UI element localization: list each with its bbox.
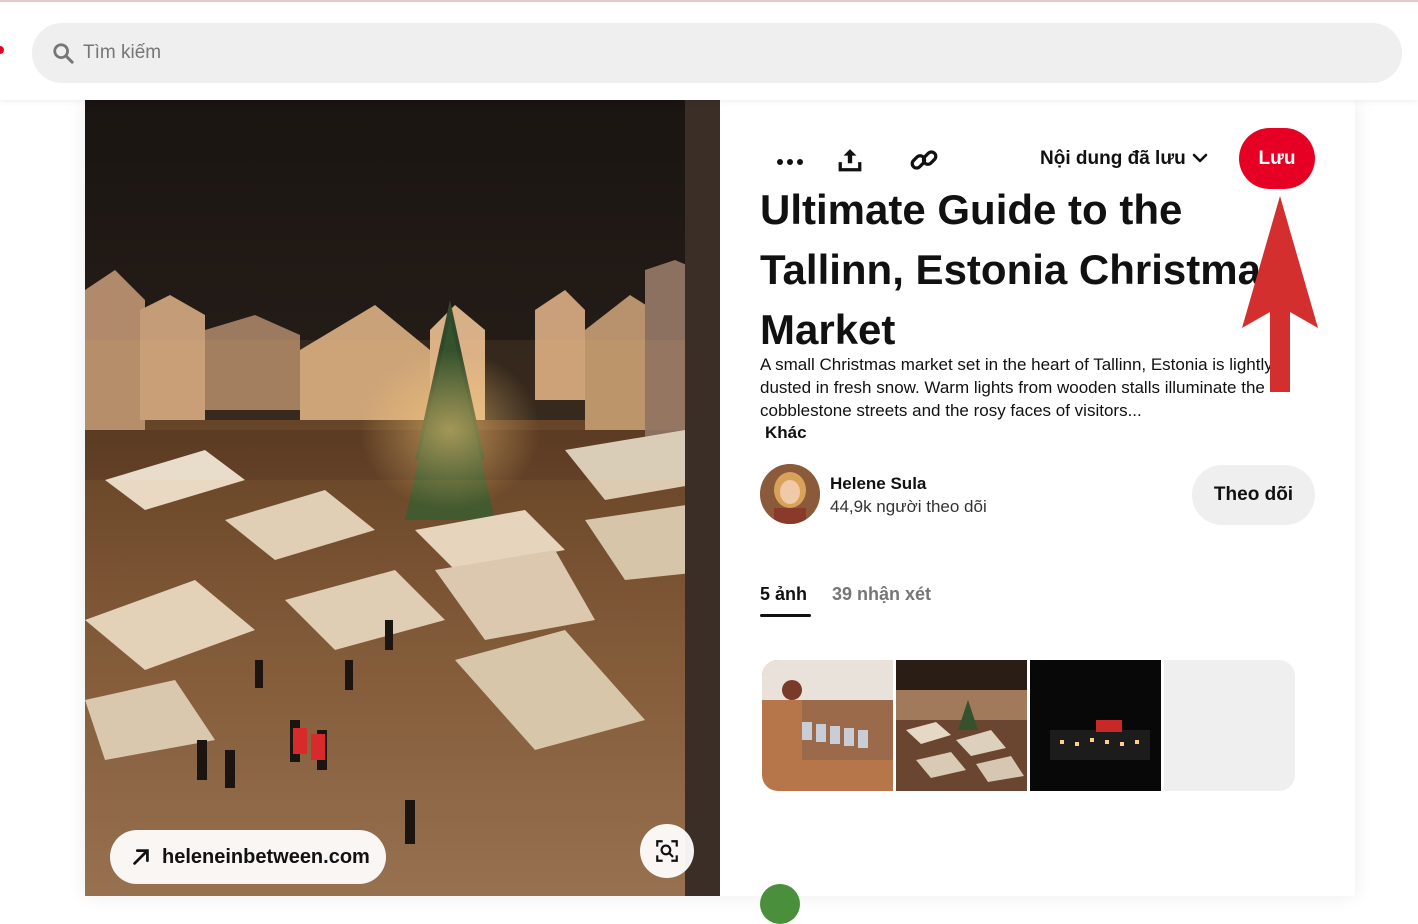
- thumbnail-2[interactable]: [896, 660, 1027, 791]
- pinterest-logo[interactable]: [0, 46, 4, 54]
- avatar[interactable]: [760, 464, 820, 524]
- more-link[interactable]: Khác: [765, 423, 807, 443]
- pin-details: Ultimate Guide to the Tallinn, Estonia C…: [760, 100, 1315, 924]
- pin-card: heleneinbetween.com Ultimate Guide to th…: [85, 100, 1355, 924]
- search-input[interactable]: [83, 42, 1283, 64]
- annotation-arrow: [1238, 192, 1322, 397]
- thumbnail-3[interactable]: [1030, 660, 1161, 791]
- copy-link-button[interactable]: [900, 138, 948, 186]
- board-selector[interactable]: Nội dung đã lưu: [1040, 148, 1208, 170]
- commenter-avatar[interactable]: [760, 884, 800, 924]
- source-link-label: heleneinbetween.com: [162, 845, 370, 868]
- active-tab-indicator: [760, 614, 811, 617]
- search-bar[interactable]: [32, 23, 1402, 83]
- author-followers: 44,9k người theo dõi: [830, 497, 987, 516]
- board-selector-label: Nội dung đã lưu: [1040, 148, 1186, 169]
- share-icon: [837, 147, 863, 178]
- pin-image[interactable]: heleneinbetween.com: [85, 100, 720, 896]
- search-icon: [52, 42, 74, 64]
- top-bar: [0, 0, 1418, 100]
- more-options-button[interactable]: [766, 138, 814, 186]
- ellipsis-icon: [776, 153, 804, 171]
- share-button[interactable]: [826, 138, 874, 186]
- photo-thumbnails: [762, 660, 1295, 791]
- pin-description: A small Christmas market set in the hear…: [760, 355, 1273, 420]
- save-button[interactable]: Lưu: [1239, 128, 1315, 189]
- visual-search-button[interactable]: [640, 824, 694, 878]
- source-link-button[interactable]: heleneinbetween.com: [110, 830, 386, 884]
- tab-comments[interactable]: 39 nhận xét: [832, 584, 931, 605]
- thumbnail-placeholder: [1164, 660, 1295, 791]
- thumbnail-1[interactable]: [762, 660, 893, 791]
- lens-search-icon: [654, 838, 680, 864]
- chevron-down-icon: [1192, 148, 1208, 170]
- author-name[interactable]: Helene Sula: [830, 474, 926, 494]
- link-icon: [909, 145, 939, 180]
- pin-actions-bar: Nội dung đã lưu Lưu: [760, 128, 1315, 192]
- pin-title: Ultimate Guide to the Tallinn, Estonia C…: [760, 186, 1285, 353]
- follow-button[interactable]: Theo dõi: [1192, 465, 1315, 525]
- arrow-up-right-icon: [130, 846, 152, 868]
- tab-photos[interactable]: 5 ảnh: [760, 584, 807, 605]
